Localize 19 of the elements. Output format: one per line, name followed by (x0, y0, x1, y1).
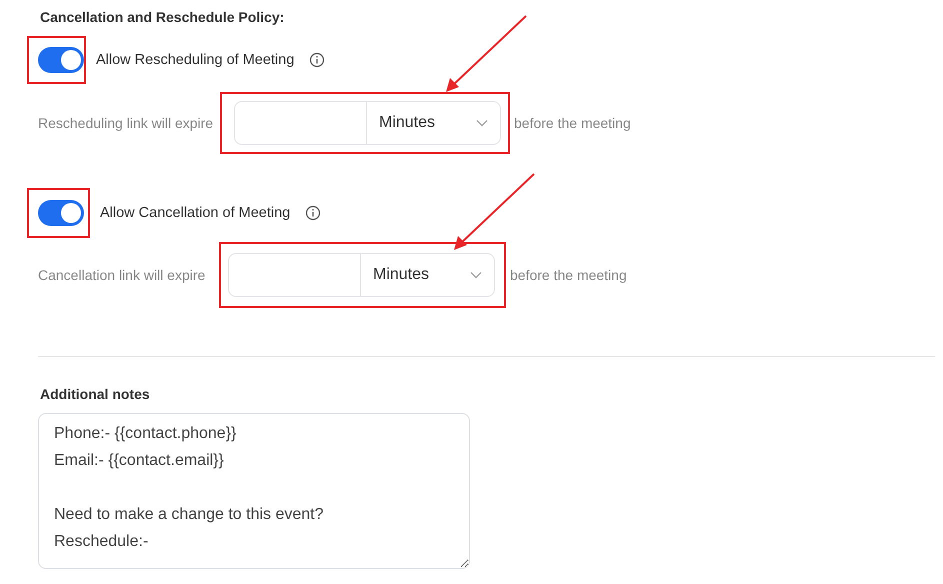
suffix-text: before the meeting (514, 115, 631, 131)
toggle-switch[interactable] (38, 47, 84, 73)
toggle-switch[interactable] (38, 200, 84, 226)
notes-textarea[interactable]: Phone:- {{contact.phone}} Email:- {{contact.email}} Need to make a change to this event? Reschedule:- (38, 413, 470, 569)
expire-label: Cancellation link will expire (38, 267, 206, 283)
unit-dropdown[interactable]: Minutes (367, 101, 501, 145)
expire-label: Rescheduling link will expire (38, 115, 214, 131)
caret-icon (470, 271, 482, 279)
info-icon[interactable] (305, 205, 322, 221)
input-field[interactable] (228, 253, 361, 297)
caret-icon (476, 119, 488, 127)
info-icon[interactable] (309, 52, 326, 68)
section-title: Cancellation and Reschedule Policy: (40, 9, 284, 25)
notes-label: Additional notes (40, 386, 150, 402)
unit-dropdown[interactable]: Minutes (361, 253, 495, 297)
input-field[interactable] (234, 101, 367, 145)
suffix-text: before the meeting (510, 267, 627, 283)
toggle-label: Allow Rescheduling of Meeting (96, 52, 294, 68)
toggle-label: Allow Cancellation of Meeting (100, 205, 290, 221)
